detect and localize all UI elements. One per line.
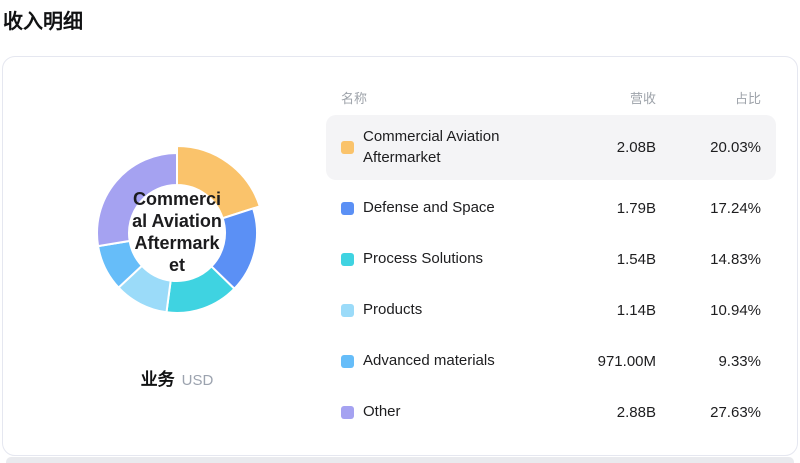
- series-color-swatch: [341, 406, 354, 419]
- dimension-label: 业务: [140, 370, 175, 389]
- series-name: Commercial Aviation Aftermarket: [363, 128, 500, 166]
- series-revenue: 1.14B: [616, 302, 656, 319]
- series-color-swatch: [341, 304, 354, 317]
- series-revenue: 1.79B: [616, 200, 656, 217]
- series-revenue: 2.88B: [616, 404, 656, 421]
- series-revenue: 2.08B: [616, 139, 656, 156]
- series-color-swatch: [341, 355, 354, 368]
- series-share: 20.03%: [710, 139, 761, 156]
- table-row[interactable]: Commercial Aviation Aftermarket 2.08B 20…: [326, 115, 776, 180]
- table-header-row: 名称 营收 占比: [326, 89, 776, 106]
- series-share: 17.24%: [710, 200, 761, 217]
- row-name-cell: Commercial Aviation Aftermarket: [341, 127, 536, 168]
- series-share: 9.33%: [718, 353, 761, 370]
- row-name-cell: Other: [341, 402, 536, 422]
- series-name: Products: [363, 301, 423, 319]
- table-row[interactable]: Defense and Space 1.79B 17.24%: [326, 183, 776, 234]
- row-name-cell: Defense and Space: [341, 198, 536, 218]
- donut-slice-other[interactable]: [96, 152, 178, 248]
- table-row[interactable]: Other 2.88B 27.63%: [326, 387, 776, 438]
- series-revenue: 1.54B: [616, 251, 656, 268]
- series-color-swatch: [341, 141, 354, 154]
- series-share: 14.83%: [710, 251, 761, 268]
- series-color-swatch: [341, 253, 354, 266]
- column-header-share: 占比: [734, 90, 761, 106]
- chart-footer: 业务 USD: [77, 365, 277, 390]
- donut-slice-commercial-aviation-aftermarket[interactable]: [176, 145, 261, 220]
- row-name-cell: Advanced materials: [341, 351, 536, 371]
- revenue-card: Commerci al Aviation Aftermark et 业务 USD 名称…: [2, 56, 798, 456]
- series-revenue: 971.00M: [597, 353, 656, 370]
- series-name: Defense and Space: [363, 199, 495, 217]
- revenue-table: 名称 营收 占比 Commercial Aviation Aftermarket…: [326, 89, 776, 438]
- row-name-cell: Products: [341, 300, 536, 320]
- currency-unit-label: USD: [181, 372, 214, 389]
- page-title: 收入明细: [3, 11, 83, 33]
- donut-chart: Commerci al Aviation Aftermark et: [77, 133, 277, 333]
- series-share: 27.63%: [710, 404, 761, 421]
- series-color-swatch: [341, 202, 354, 215]
- next-section-edge: [6, 457, 794, 463]
- series-name: Advanced materials: [363, 352, 495, 370]
- table-row[interactable]: Products 1.14B 10.94%: [326, 285, 776, 336]
- column-header-revenue: 营收: [629, 90, 656, 106]
- column-header-name: 名称: [341, 90, 368, 106]
- series-share: 10.94%: [710, 302, 761, 319]
- series-name: Process Solutions: [363, 250, 484, 268]
- table-body: Commercial Aviation Aftermarket 2.08B 20…: [326, 115, 776, 438]
- row-name-cell: Process Solutions: [341, 249, 536, 269]
- series-name: Other: [363, 403, 401, 421]
- table-row[interactable]: Process Solutions 1.54B 14.83%: [326, 234, 776, 285]
- donut-chart-svg: [96, 145, 261, 314]
- table-row[interactable]: Advanced materials 971.00M 9.33%: [326, 336, 776, 387]
- revenue-breakdown-page: 收入明细 Commerci al Aviation Aftermark et 业务 U…: [0, 0, 800, 463]
